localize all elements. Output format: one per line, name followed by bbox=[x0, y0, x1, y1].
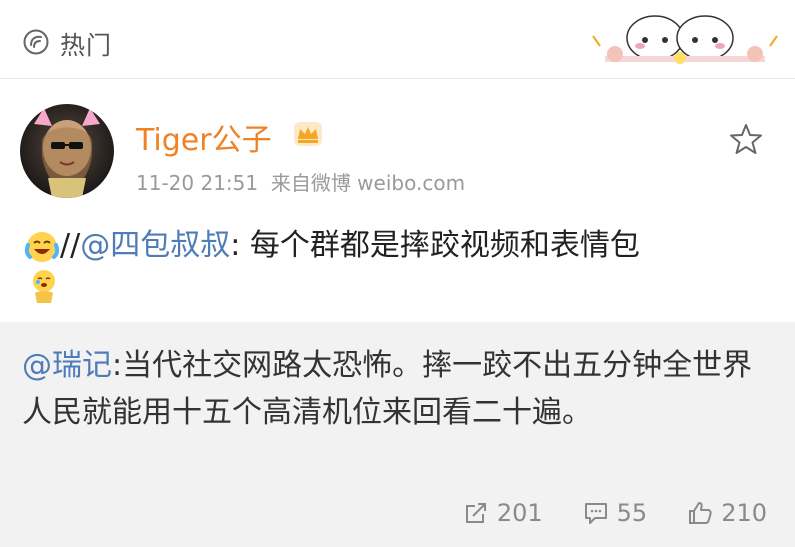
repost-text: :当代社交网路太恐怖。摔一跤不出五分钟全世界人民就能用十五个高清机位来回看二十遍… bbox=[22, 348, 753, 430]
cartoon-sticker-decoration bbox=[592, 15, 778, 64]
like-icon bbox=[689, 502, 712, 524]
repost-mention-link[interactable]: @瑞记 bbox=[22, 348, 112, 383]
content-prefix: // bbox=[60, 228, 81, 263]
comment-count: 55 bbox=[616, 499, 648, 527]
action-bar: 201 55 210 bbox=[463, 499, 767, 527]
content-text: : 每个群都是摔跤视频和表情包 bbox=[230, 228, 640, 263]
mention-link[interactable]: @四包叔叔 bbox=[80, 228, 230, 263]
like-count: 210 bbox=[721, 499, 767, 527]
top-bar: 热门 bbox=[0, 0, 795, 79]
repost-text-block: @瑞记:当代社交网路太恐怖。摔一跤不出五分钟全世界人民就能用十五个高清机位来回看… bbox=[22, 342, 767, 436]
hot-location-icon bbox=[23, 29, 49, 55]
comment-icon bbox=[584, 503, 607, 524]
username[interactable]: Tiger公子 bbox=[136, 115, 272, 159]
crown-icon bbox=[294, 122, 322, 146]
laugh-cry-emoji bbox=[24, 231, 60, 262]
page-title[interactable]: 热门 bbox=[60, 26, 112, 62]
repost-button[interactable]: 201 bbox=[463, 499, 543, 527]
weibo-post: Tiger公子 11-20 21:51 来自微博 weibo.com //@四包… bbox=[0, 79, 795, 322]
reposted-content[interactable]: @瑞记:当代社交网路太恐怖。摔一跤不出五分钟全世界人民就能用十五个高清机位来回看… bbox=[0, 322, 795, 547]
like-button[interactable]: 210 bbox=[687, 499, 767, 527]
post-content: //@四包叔叔: 每个群都是摔跤视频和表情包 bbox=[24, 220, 640, 265]
comment-button[interactable]: 55 bbox=[583, 499, 648, 527]
star-icon[interactable] bbox=[729, 122, 763, 156]
post-time: 11-20 21:51 bbox=[136, 171, 259, 195]
crying-emoji bbox=[33, 270, 55, 303]
user-avatar[interactable] bbox=[20, 104, 114, 198]
repost-count: 201 bbox=[496, 499, 543, 527]
post-source: 来自微博 weibo.com bbox=[270, 171, 466, 195]
repost-icon bbox=[465, 503, 486, 523]
post-meta: 11-20 21:51 来自微博 weibo.com bbox=[136, 167, 465, 196]
